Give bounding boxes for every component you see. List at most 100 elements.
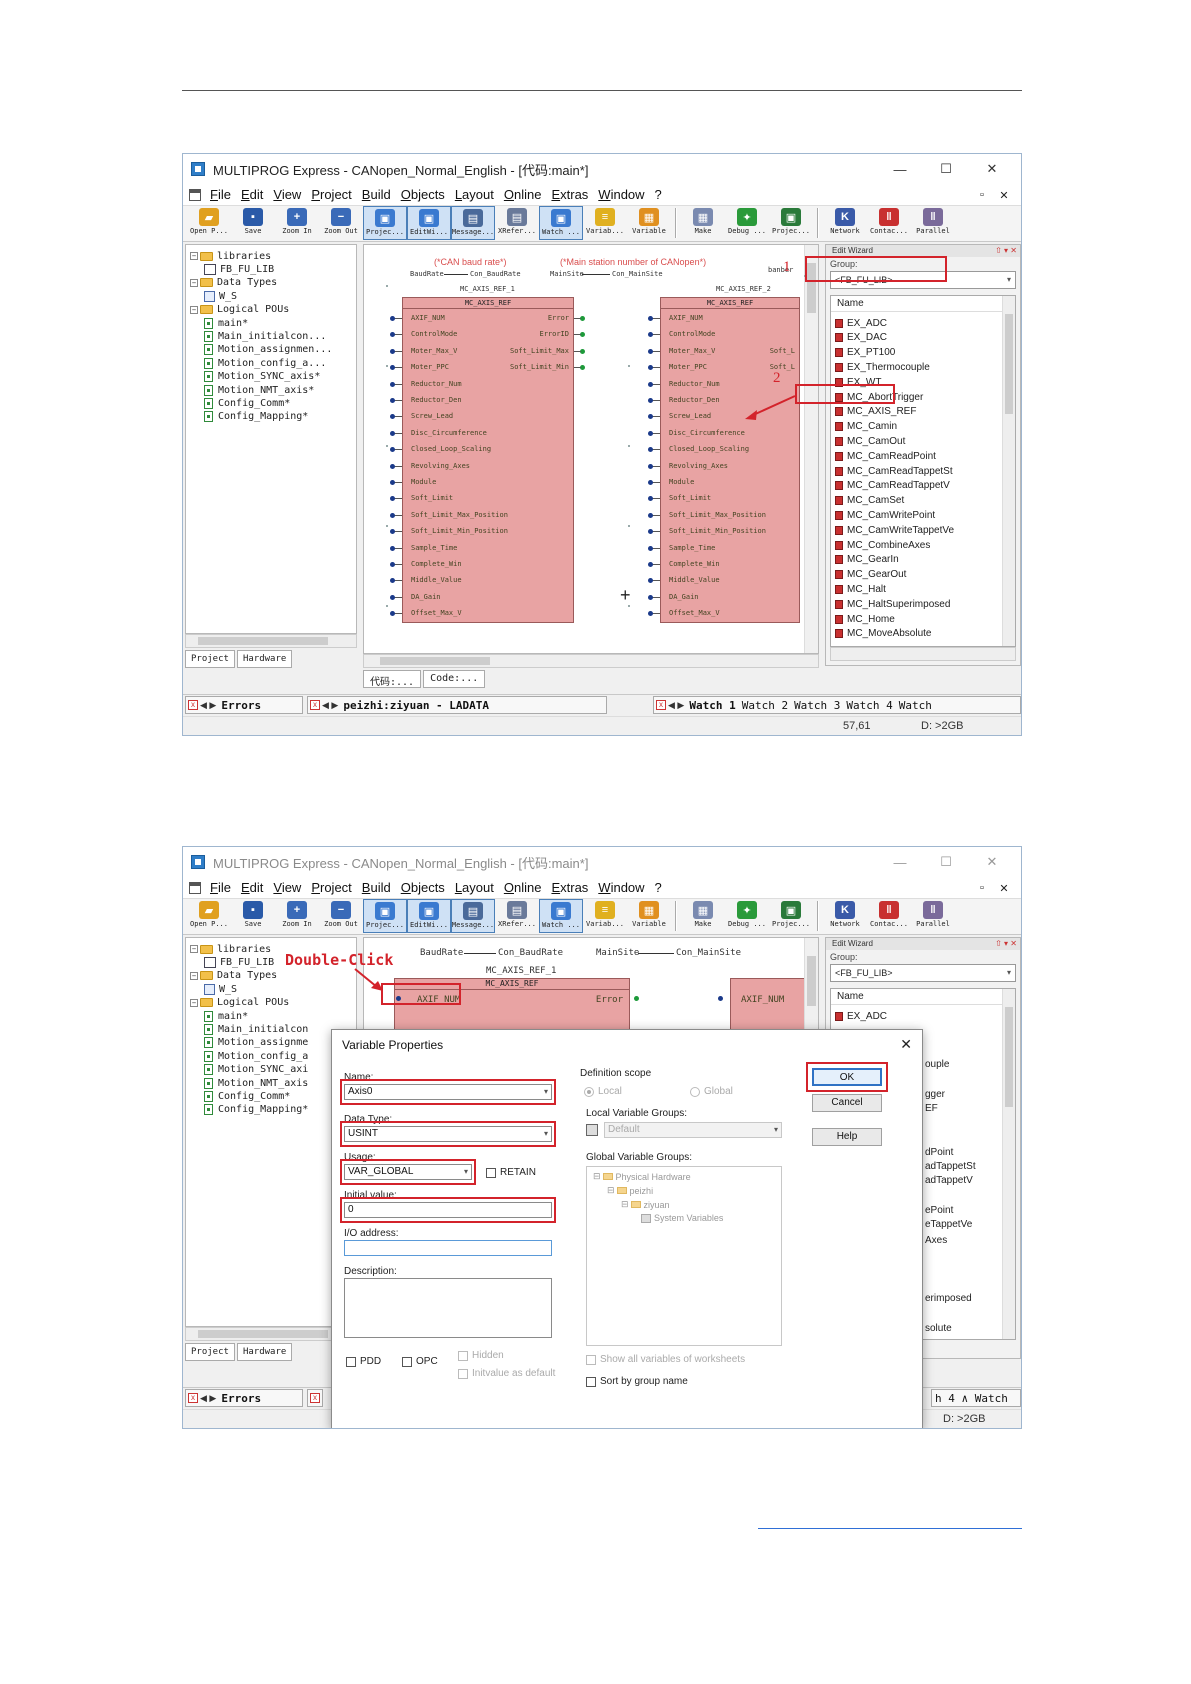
connection-point[interactable] [648,512,653,518]
nav-arrows-icon[interactable]: ◀ ▶ [198,1393,218,1404]
tab-errors[interactable]: Errors [218,1392,264,1405]
tree-item-system-variables[interactable]: System Variables [641,1213,723,1223]
toolbar-button[interactable]: ▤ XRefer... [495,206,539,240]
wizard-list-item[interactable]: MC_HaltSuperimposed [835,597,950,611]
connection-point[interactable] [648,414,653,420]
toolbar-button[interactable]: ▤ XRefer... [495,899,539,933]
help-button[interactable]: Help [812,1128,882,1146]
input-pin[interactable]: Reductor_Num [411,380,462,388]
tab-log[interactable]: peizhi:ziyuan - LADATA [340,699,492,712]
input-pin[interactable]: AXIF_NUM [411,314,445,322]
connection-point[interactable] [390,463,395,469]
wizard-list-item-fragment[interactable]: EF [925,1101,938,1115]
tree-item[interactable]: Config_Comm* [204,1089,290,1103]
tab-worksheet-code[interactable]: Code:... [423,670,486,688]
input-pin[interactable]: Moter_PPC [669,363,707,371]
input-pin[interactable]: Reductor_Den [669,396,720,404]
nav-arrows-icon[interactable]: ◀ ▶ [666,700,686,711]
wizard-list-item[interactable]: MC_Home [835,612,895,626]
toolbar-button[interactable]: K Network [823,899,867,933]
tab-project[interactable]: Project [185,1343,235,1361]
input-pin[interactable]: Moter_Max_V [411,347,457,355]
toolbar-button[interactable]: ≡ Variab... [583,206,627,240]
tree-item[interactable]: Motion_assignmen... [204,343,332,357]
input-pin[interactable]: ControlMode [669,330,715,338]
menu-edit[interactable]: Edit [236,187,268,202]
tree-item[interactable]: FB_FU_LIB [204,955,274,969]
toolbar-button[interactable]: ▰ Open P... [187,899,231,933]
wizard-list-item[interactable]: EX_ADC [835,1009,887,1023]
tree-item[interactable]: main* [204,316,248,330]
tree-item[interactable]: − libraries [190,249,271,263]
tab-errors[interactable]: Errors [218,699,264,712]
toolbar-button[interactable]: ▦ Variable [627,206,671,240]
toolbar-button[interactable]: ‖ Contac... [867,206,911,240]
toolbar-button[interactable]: ▦ Make [681,206,725,240]
connection-point[interactable] [390,594,395,600]
connection-point[interactable] [390,398,395,403]
input-pin[interactable]: Sample_Time [669,544,715,552]
toolbar-button[interactable]: + Zoom In [275,899,319,933]
wizard-pin-icon[interactable]: ⇧ ▾ ✕ [995,938,1017,950]
collapse-icon[interactable]: − [190,252,198,260]
mdi-restore-button[interactable]: ▫ [971,882,993,894]
toolbar-button[interactable]: + Zoom In [275,206,319,240]
tree-item[interactable]: Motion_NMT_axis [204,1076,308,1090]
input-pin[interactable]: Reductor_Num [669,380,720,388]
pin-error[interactable]: Error [596,995,623,1005]
menu-extras[interactable]: Extras [546,880,593,895]
mdi-close-button[interactable]: ✕ [993,882,1015,895]
tree-item[interactable]: FB_FU_LIB [204,262,274,276]
connection-point[interactable] [648,447,653,453]
tree-item[interactable]: Config_Mapping* [204,1103,308,1117]
tree-item[interactable]: W_S [204,982,237,996]
menu-build[interactable]: Build [357,187,396,202]
input-pin[interactable]: AXIF_NUM [669,314,703,322]
input-pin[interactable]: Complete_Win [411,560,462,568]
connection-point[interactable] [648,381,653,387]
wizard-list-item[interactable]: MC_AXIS_REF [835,405,916,419]
connection-point[interactable] [390,365,395,371]
input-pin[interactable]: Complete_Win [669,560,720,568]
toolbar-button[interactable]: ▤ Message... [451,899,495,933]
connection-point[interactable] [648,545,653,551]
connection-point[interactable] [648,480,653,485]
wizard-list-item[interactable]: MC_Halt [835,582,886,596]
connection-point[interactable] [648,316,653,321]
input-pin[interactable]: Revolving_Axes [411,462,470,470]
tab-project[interactable]: Project [185,650,235,668]
connection-point[interactable] [390,512,395,518]
menu-window[interactable]: Window [593,187,649,202]
close-icon[interactable]: x [656,700,666,710]
wizard-list-item-fragment[interactable]: adTappetSt [925,1159,976,1173]
cancel-button[interactable]: Cancel [812,1094,882,1112]
menu-layout[interactable]: Layout [450,880,499,895]
pdd-checkbox[interactable]: PDD [346,1356,381,1367]
tree-item[interactable]: Config_Mapping* [204,410,308,424]
wizard-list-item[interactable]: EX_DAC [835,331,887,345]
menu-help[interactable]: ? [650,187,667,202]
input-pin[interactable]: Soft_Limit_Min_Position [669,527,766,535]
input-pin[interactable]: Closed_Loop_Scaling [411,445,491,453]
input-pin[interactable]: Middle_Value [411,576,462,584]
pin-axif-num[interactable]: AXIF_NUM [741,995,784,1005]
dialog-close-icon[interactable]: ✕ [900,1036,912,1053]
tab-watch[interactable]: Watch 3 [791,699,843,712]
toolbar-button[interactable]: − Zoom Out [319,206,363,240]
tree-item[interactable]: − Logical POUs [190,996,289,1010]
wizard-list-item[interactable]: MC_CamWriteTappetVe [835,523,954,537]
tab-watch[interactable]: Watch [896,699,935,712]
connection-point[interactable] [648,594,653,600]
input-pin[interactable]: DA_Gain [669,593,699,601]
output-pin[interactable]: Error [548,314,569,322]
menu-objects[interactable]: Objects [396,880,450,895]
menu-build[interactable]: Build [357,880,396,895]
close-icon[interactable]: x [188,1393,198,1403]
wizard-vertical-scrollbar[interactable] [1002,296,1015,646]
wizard-list-item[interactable]: MC_CamOut [835,434,905,448]
menu-view[interactable]: View [268,187,306,202]
wizard-vertical-scrollbar[interactable] [1002,989,1015,1339]
toolbar-button[interactable]: ✦ Debug ... [725,206,769,240]
local-radio[interactable]: Local [584,1086,622,1097]
input-pin[interactable]: Closed_Loop_Scaling [669,445,749,453]
